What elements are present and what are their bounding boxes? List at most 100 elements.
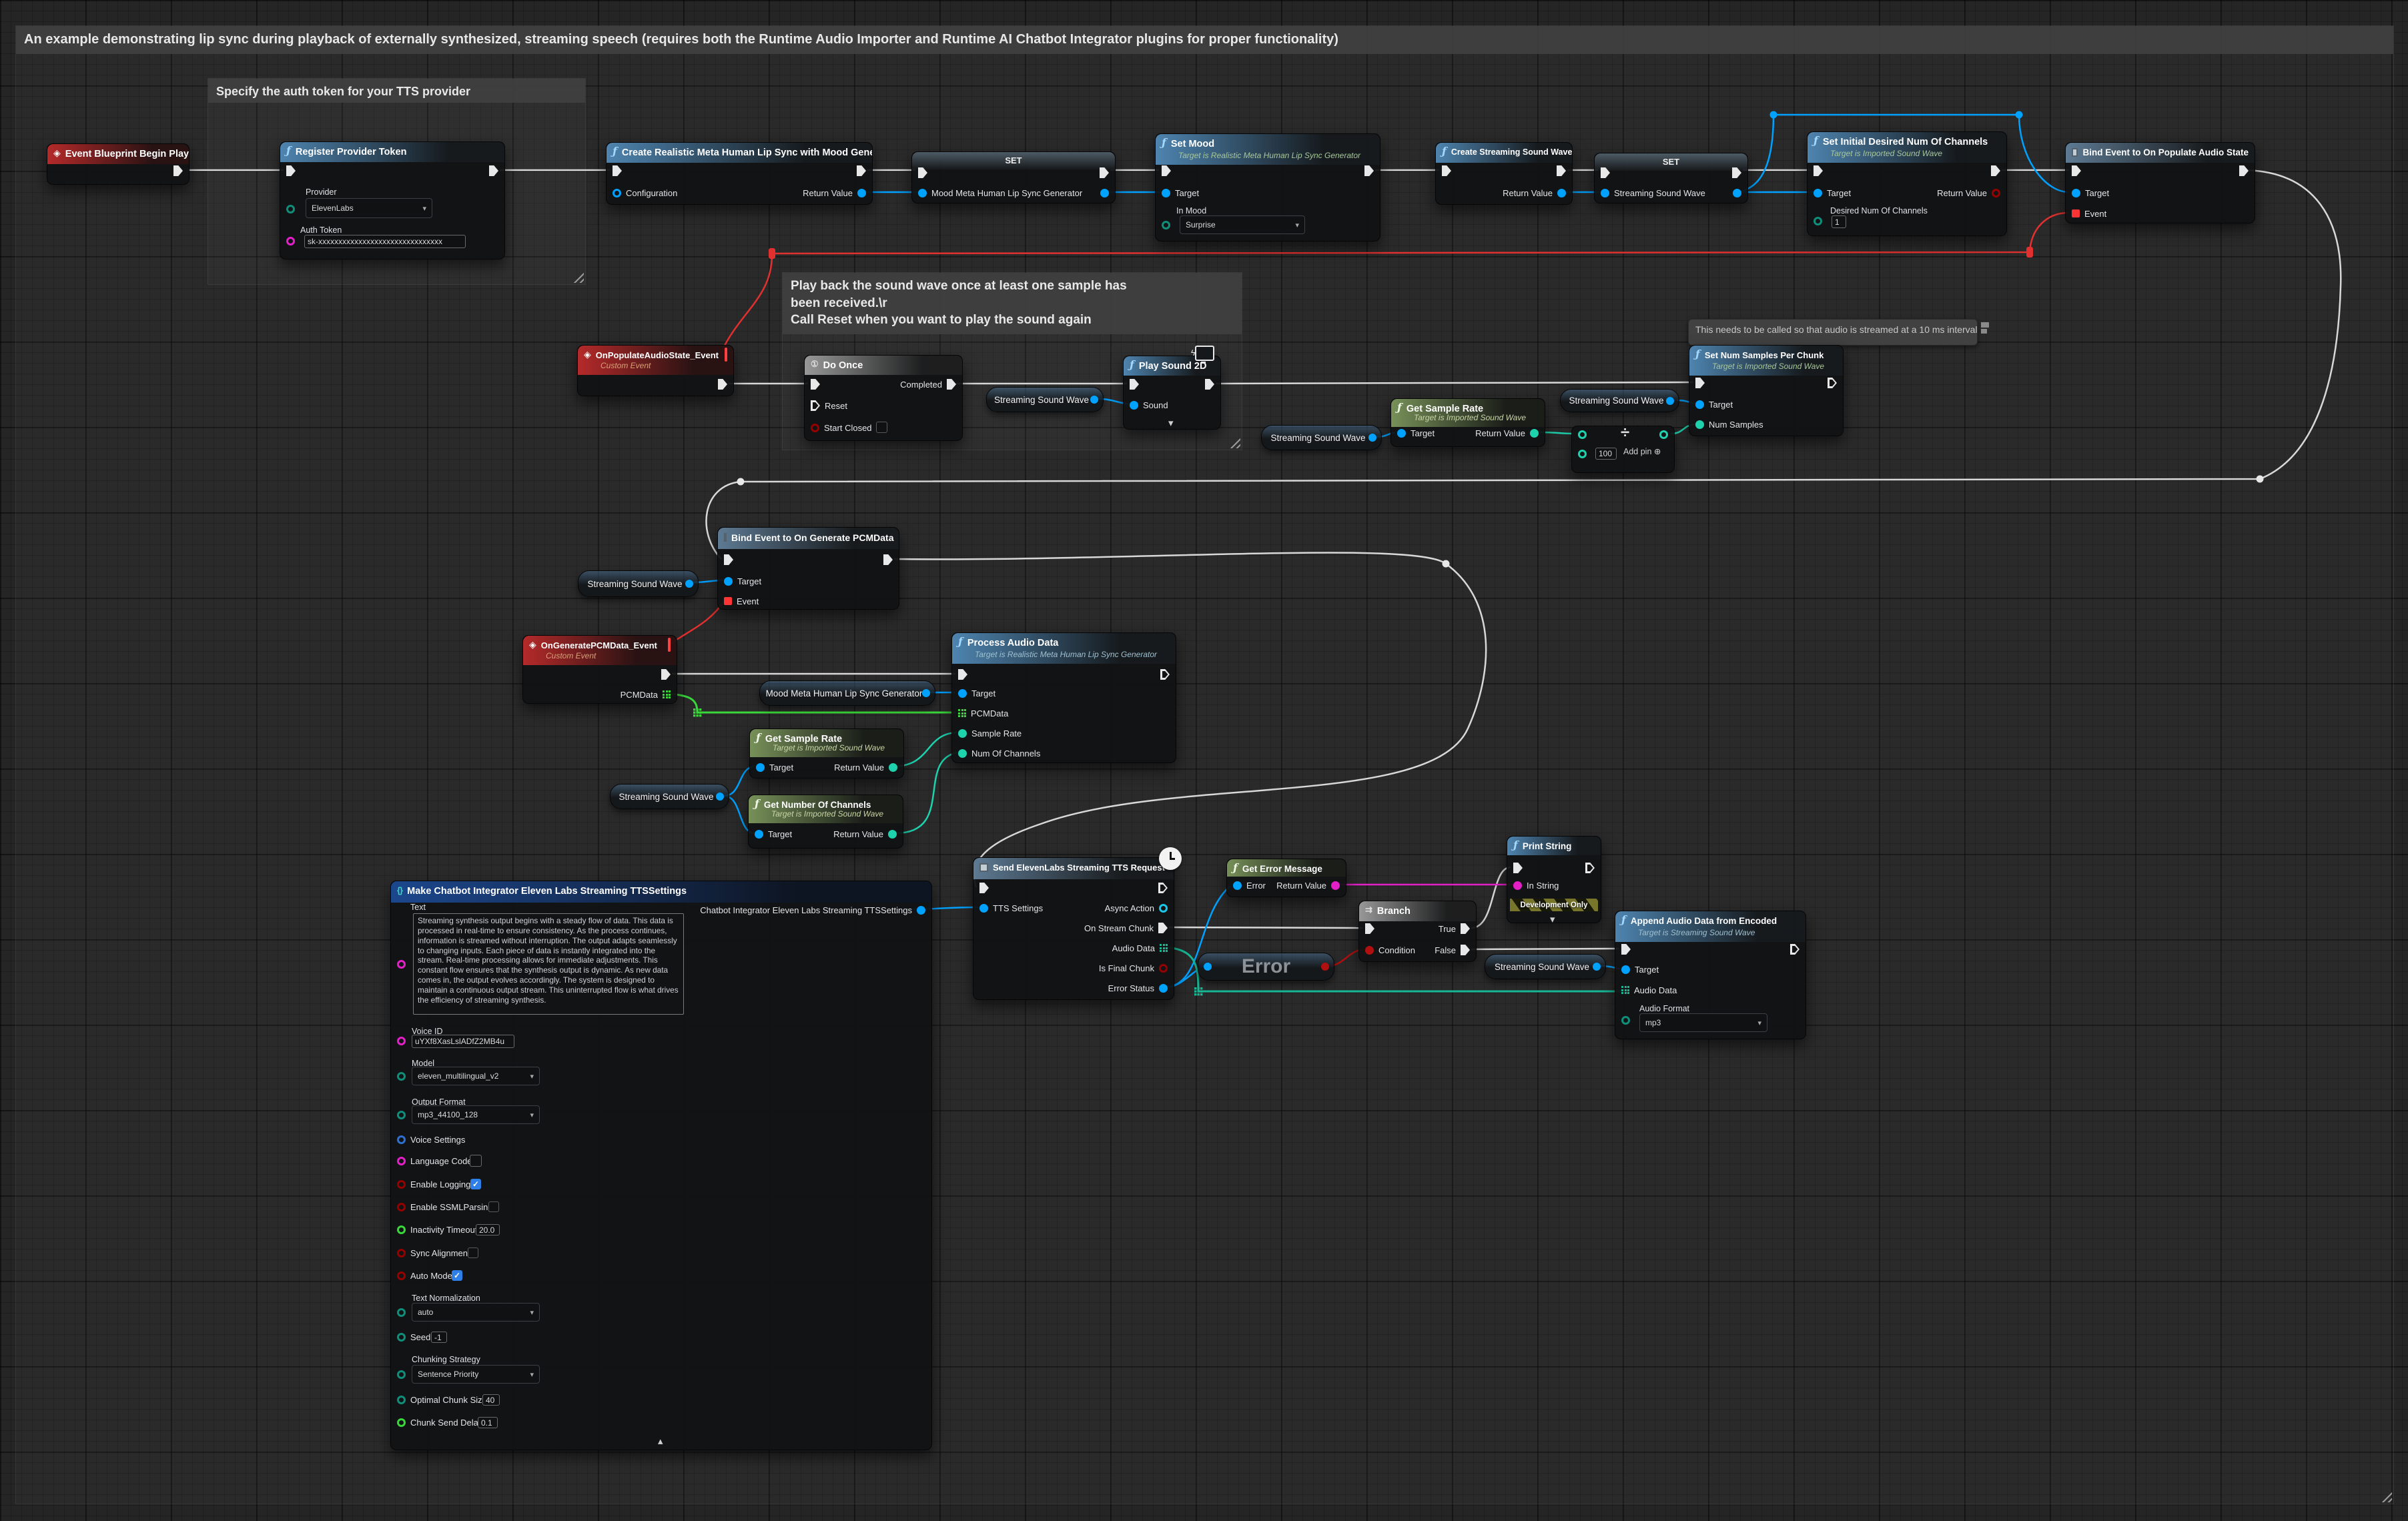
data-pin[interactable] [756, 763, 765, 772]
set-streaming-sound-wave-var[interactable]: SETStreaming Sound Wave [1594, 153, 1748, 203]
exec-pin[interactable] [947, 379, 956, 390]
array-pin[interactable] [958, 709, 966, 717]
get-number-of-channels[interactable]: ƒGet Number Of ChannelsTarget is Importe… [748, 795, 903, 849]
output-pin[interactable] [1321, 963, 1329, 971]
exec-pin[interactable] [1828, 378, 1837, 388]
set-initial-desired-num-channels[interactable]: ƒSet Initial Desired Num Of ChannelsTarg… [1807, 131, 2007, 236]
data-pin[interactable] [1621, 1016, 1630, 1025]
text-area[interactable]: Streaming synthesis output begins with a… [413, 913, 684, 1015]
event-delegate-pin[interactable] [724, 597, 732, 605]
var-streaming-sound-wave-1[interactable]: Streaming Sound Wave [986, 387, 1104, 412]
data-pin[interactable] [918, 189, 927, 197]
process-audio-data[interactable]: ƒProcess Audio DataTarget is Realistic M… [951, 632, 1176, 763]
exec-pin[interactable] [1162, 165, 1171, 176]
text-input[interactable]: sk-xxxxxxxxxxxxxxxxxxxxxxxxxxxxxxx [304, 235, 466, 248]
text-input[interactable] [470, 1155, 482, 1167]
data-pin[interactable] [286, 205, 295, 213]
data-pin[interactable] [1601, 189, 1609, 197]
exec-pin[interactable] [1158, 923, 1168, 933]
create-realistic-lipsync[interactable]: ƒCreate Realistic Meta Human Lip Sync wi… [606, 142, 873, 205]
exec-pin[interactable] [883, 554, 893, 565]
data-pin[interactable] [397, 1037, 406, 1045]
input-pin[interactable] [1204, 963, 1212, 971]
exec-pin[interactable] [1100, 167, 1109, 178]
exec-pin[interactable] [1461, 945, 1470, 955]
set-num-samples-per-chunk[interactable]: ƒSet Num Samples Per ChunkTarget is Impo… [1689, 345, 1844, 436]
bind-event-on-generate-pcmdata[interactable]: Bind Event to On Generate PCMDataTargetE… [717, 527, 899, 610]
resize-grip[interactable] [1230, 438, 1240, 448]
text-input[interactable]: uYXf8XasLslADfZ2MB4u [412, 1035, 514, 1048]
text-input[interactable]: 40 [482, 1394, 500, 1406]
event-begin-play[interactable]: ◈Event Blueprint Begin Play [47, 143, 189, 185]
exec-pin[interactable] [1205, 379, 1214, 390]
exec-pin[interactable] [286, 165, 296, 176]
data-pin[interactable] [286, 237, 295, 245]
data-pin[interactable] [811, 424, 819, 432]
get-sample-rate-bottom[interactable]: ƒGet Sample RateTarget is Imported Sound… [749, 728, 904, 779]
exec-pin[interactable] [1790, 944, 1799, 955]
exec-pin[interactable] [1601, 167, 1610, 178]
text-input[interactable]: 100 [1595, 448, 1617, 460]
exec-pin[interactable] [1991, 165, 2000, 176]
data-pin[interactable] [1162, 221, 1170, 229]
data-pin[interactable] [1159, 904, 1168, 913]
var-mood-lipsync-generator[interactable]: Mood Meta Human Lip Sync Generator [759, 680, 935, 706]
checkbox[interactable]: ✓ [452, 1270, 462, 1281]
array-pin[interactable] [1621, 986, 1629, 994]
get-sample-rate-top[interactable]: ƒGet Sample RateTarget is Imported Sound… [1390, 398, 1545, 447]
data-pin[interactable] [958, 749, 967, 758]
exec-pin[interactable] [1160, 669, 1170, 680]
data-pin[interactable] [397, 1249, 406, 1257]
exec-pin[interactable] [724, 554, 733, 565]
get-error-message[interactable]: ƒGet Error MessageErrorReturn Value [1226, 859, 1346, 897]
data-pin[interactable] [1530, 429, 1539, 438]
var-streaming-sound-wave-3[interactable]: Streaming Sound Wave [1560, 389, 1679, 412]
register-provider-token[interactable]: ƒRegister Provider TokenProviderElevenLa… [280, 141, 505, 260]
dropdown[interactable]: Surprise▾ [1180, 215, 1305, 234]
exec-pin[interactable] [1461, 923, 1470, 934]
output-pin[interactable] [716, 793, 724, 801]
event-binding-badge[interactable] [668, 638, 671, 652]
array-pin[interactable] [663, 690, 671, 698]
output-pin[interactable] [1666, 397, 1674, 405]
output-pin[interactable] [685, 580, 693, 588]
exec-pin[interactable] [1365, 923, 1374, 934]
checkbox[interactable] [468, 1247, 478, 1258]
data-pin[interactable] [397, 1370, 406, 1379]
exec-pin[interactable] [2239, 165, 2249, 176]
set-mood[interactable]: ƒSet MoodTarget is Realistic Meta Human … [1155, 133, 1380, 241]
data-pin[interactable] [397, 1418, 406, 1427]
divide-node[interactable]: 100÷Add pin ⊕ [1571, 426, 1675, 473]
dropdown[interactable]: ElevenLabs▾ [306, 198, 432, 218]
bind-event-on-populate-audio-state[interactable]: Bind Event to On Populate Audio StateTar… [2065, 142, 2255, 223]
data-pin[interactable] [958, 689, 967, 698]
data-pin[interactable] [397, 1308, 406, 1317]
exec-pin[interactable] [1585, 863, 1595, 873]
data-pin[interactable] [1233, 881, 1242, 890]
event-binding-badge[interactable] [725, 348, 727, 362]
output-pin[interactable] [1593, 963, 1601, 971]
var-streaming-sound-wave-4[interactable]: Streaming Sound Wave [578, 570, 699, 597]
data-pin[interactable] [1659, 430, 1668, 439]
dropdown[interactable]: mp3_44100_128▾ [412, 1105, 540, 1124]
data-pin[interactable] [1130, 401, 1138, 410]
data-pin[interactable] [1695, 420, 1704, 429]
data-pin[interactable] [1100, 189, 1109, 197]
data-pin[interactable] [1159, 964, 1168, 973]
play-sound-2d[interactable]: ƒPlay Sound 2DSound▾ϟ [1123, 356, 1221, 430]
exec-pin[interactable] [173, 165, 183, 176]
append-audio-data-from-encoded[interactable]: ƒAppend Audio Data from EncodedTarget is… [1615, 911, 1806, 1039]
data-pin[interactable] [397, 1180, 406, 1189]
checkbox[interactable]: ✓ [470, 1179, 481, 1189]
exec-pin[interactable] [661, 669, 671, 680]
data-pin[interactable] [1733, 189, 1741, 197]
checkbox[interactable] [488, 1201, 499, 1212]
data-pin[interactable] [888, 830, 897, 839]
data-pin[interactable] [917, 906, 925, 915]
dropdown[interactable]: Sentence Priority▾ [412, 1365, 540, 1384]
dropdown[interactable]: eleven_multilingual_v2▾ [412, 1067, 540, 1085]
output-pin[interactable] [1368, 434, 1376, 442]
event-delegate-pin[interactable] [2072, 209, 2080, 217]
text-input[interactable]: 0.1 [478, 1417, 498, 1428]
data-pin[interactable] [397, 1333, 406, 1342]
